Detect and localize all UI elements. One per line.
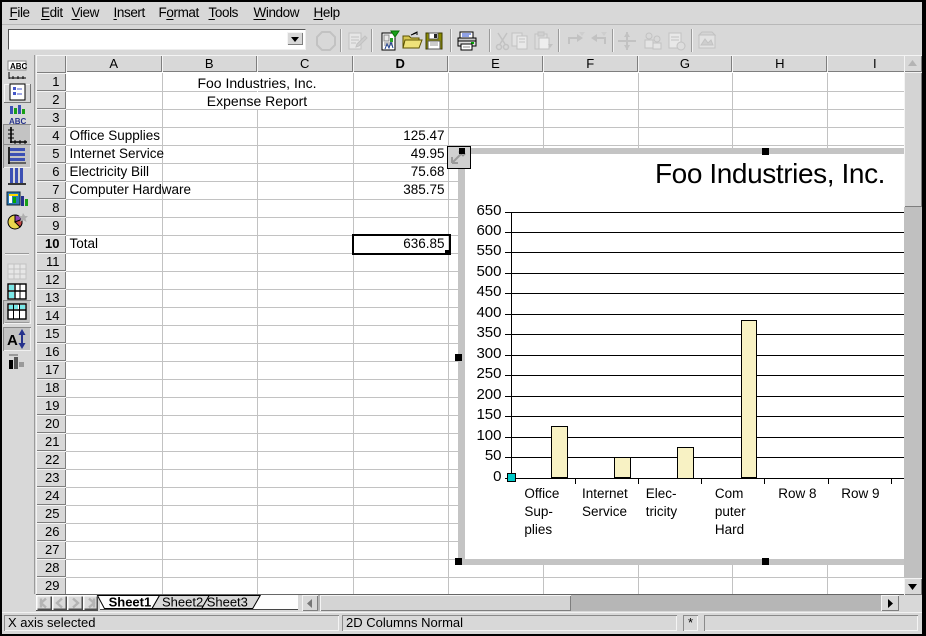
svg-text:ABC: ABC bbox=[10, 62, 28, 71]
svg-text:Sheet1: Sheet1 bbox=[109, 595, 152, 610]
svg-text:A: A bbox=[7, 332, 18, 349]
svg-text:Sheet2: Sheet2 bbox=[162, 595, 203, 610]
svg-text:Sheet3: Sheet3 bbox=[207, 595, 248, 610]
